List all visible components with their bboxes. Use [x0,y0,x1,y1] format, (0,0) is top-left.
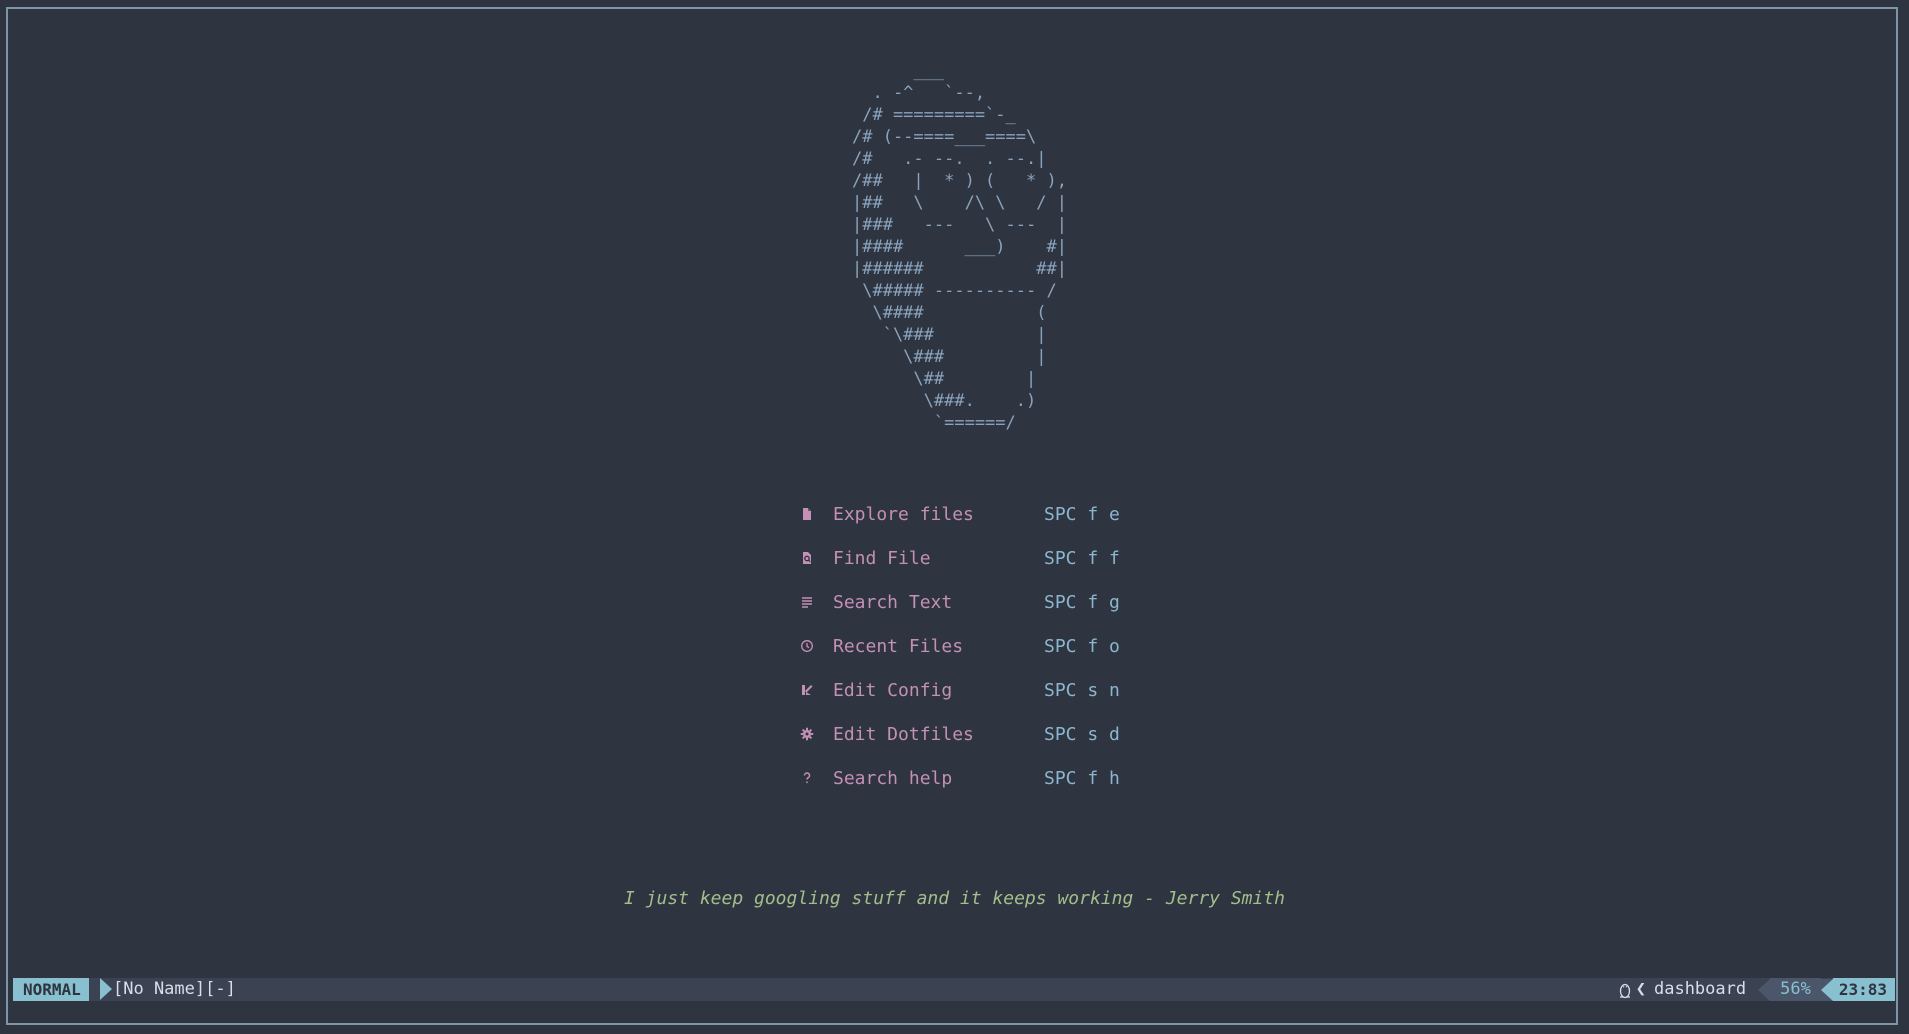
menu-item-edit-config[interactable]: Edit Config SPC s n [797,668,1137,712]
menu-shortcut: SPC f o [1044,635,1120,657]
edit-config-icon [797,680,817,700]
scroll-percent: 56% [1770,978,1821,1001]
percent-separator [1758,978,1771,1001]
menu-shortcut: SPC f f [1044,547,1120,569]
linux-penguin-icon [1618,981,1632,999]
filetype: dashboard [1653,979,1747,999]
menu-item-find-file[interactable]: Find File SPC f f [797,536,1137,580]
clock-icon [797,636,817,656]
menu-label: Edit Dotfiles [833,723,974,745]
menu-item-search-text[interactable]: Search Text SPC f g [797,580,1137,624]
menu-label: Search help [833,767,953,789]
menu-shortcut: SPC f h [1044,767,1120,789]
menu-shortcut: SPC s n [1044,679,1120,701]
cursor-position: 23:83 [1832,978,1895,1001]
position-separator [1820,978,1833,1001]
menu-shortcut: SPC f e [1044,503,1120,525]
menu-item-edit-dotfiles[interactable]: Edit Dotfiles SPC s d [797,712,1137,756]
dashboard-ascii-art: ___ . -^ `--, /# =========`-_ /# (--====… [852,61,1067,433]
menu-label: Edit Config [833,679,953,701]
question-icon [797,768,817,788]
mode-separator [100,978,112,1000]
menu-item-search-help[interactable]: Search help SPC f h [797,756,1137,800]
statusline-right: ❮ dashboard 56% 23:83 [1618,978,1895,1001]
dashboard-quote: I just keep googling stuff and it keeps … [623,888,1286,909]
text-lines-icon [797,592,817,612]
mode-indicator: NORMAL [13,978,89,1001]
menu-item-explore-files[interactable]: Explore files SPC f e [797,492,1137,536]
dashboard-menu: Explore files SPC f e Find File SPC f f … [797,492,1137,800]
menu-item-recent-files[interactable]: Recent Files SPC f o [797,624,1137,668]
chevron-left-icon: ❮ [1635,979,1646,999]
menu-shortcut: SPC s d [1044,723,1120,745]
menu-label: Find File [833,547,931,569]
menu-label: Search Text [833,591,953,613]
menu-shortcut: SPC f g [1044,591,1120,613]
menu-label: Recent Files [833,635,964,657]
file-search-icon [797,548,817,568]
menu-label: Explore files [833,503,974,525]
file-icon [797,504,817,524]
filename: [No Name][-] [113,979,236,999]
statusline: NORMAL [No Name][-] ❮ dashboard 56% 23:8… [13,978,1895,1001]
gear-icon [797,724,817,744]
